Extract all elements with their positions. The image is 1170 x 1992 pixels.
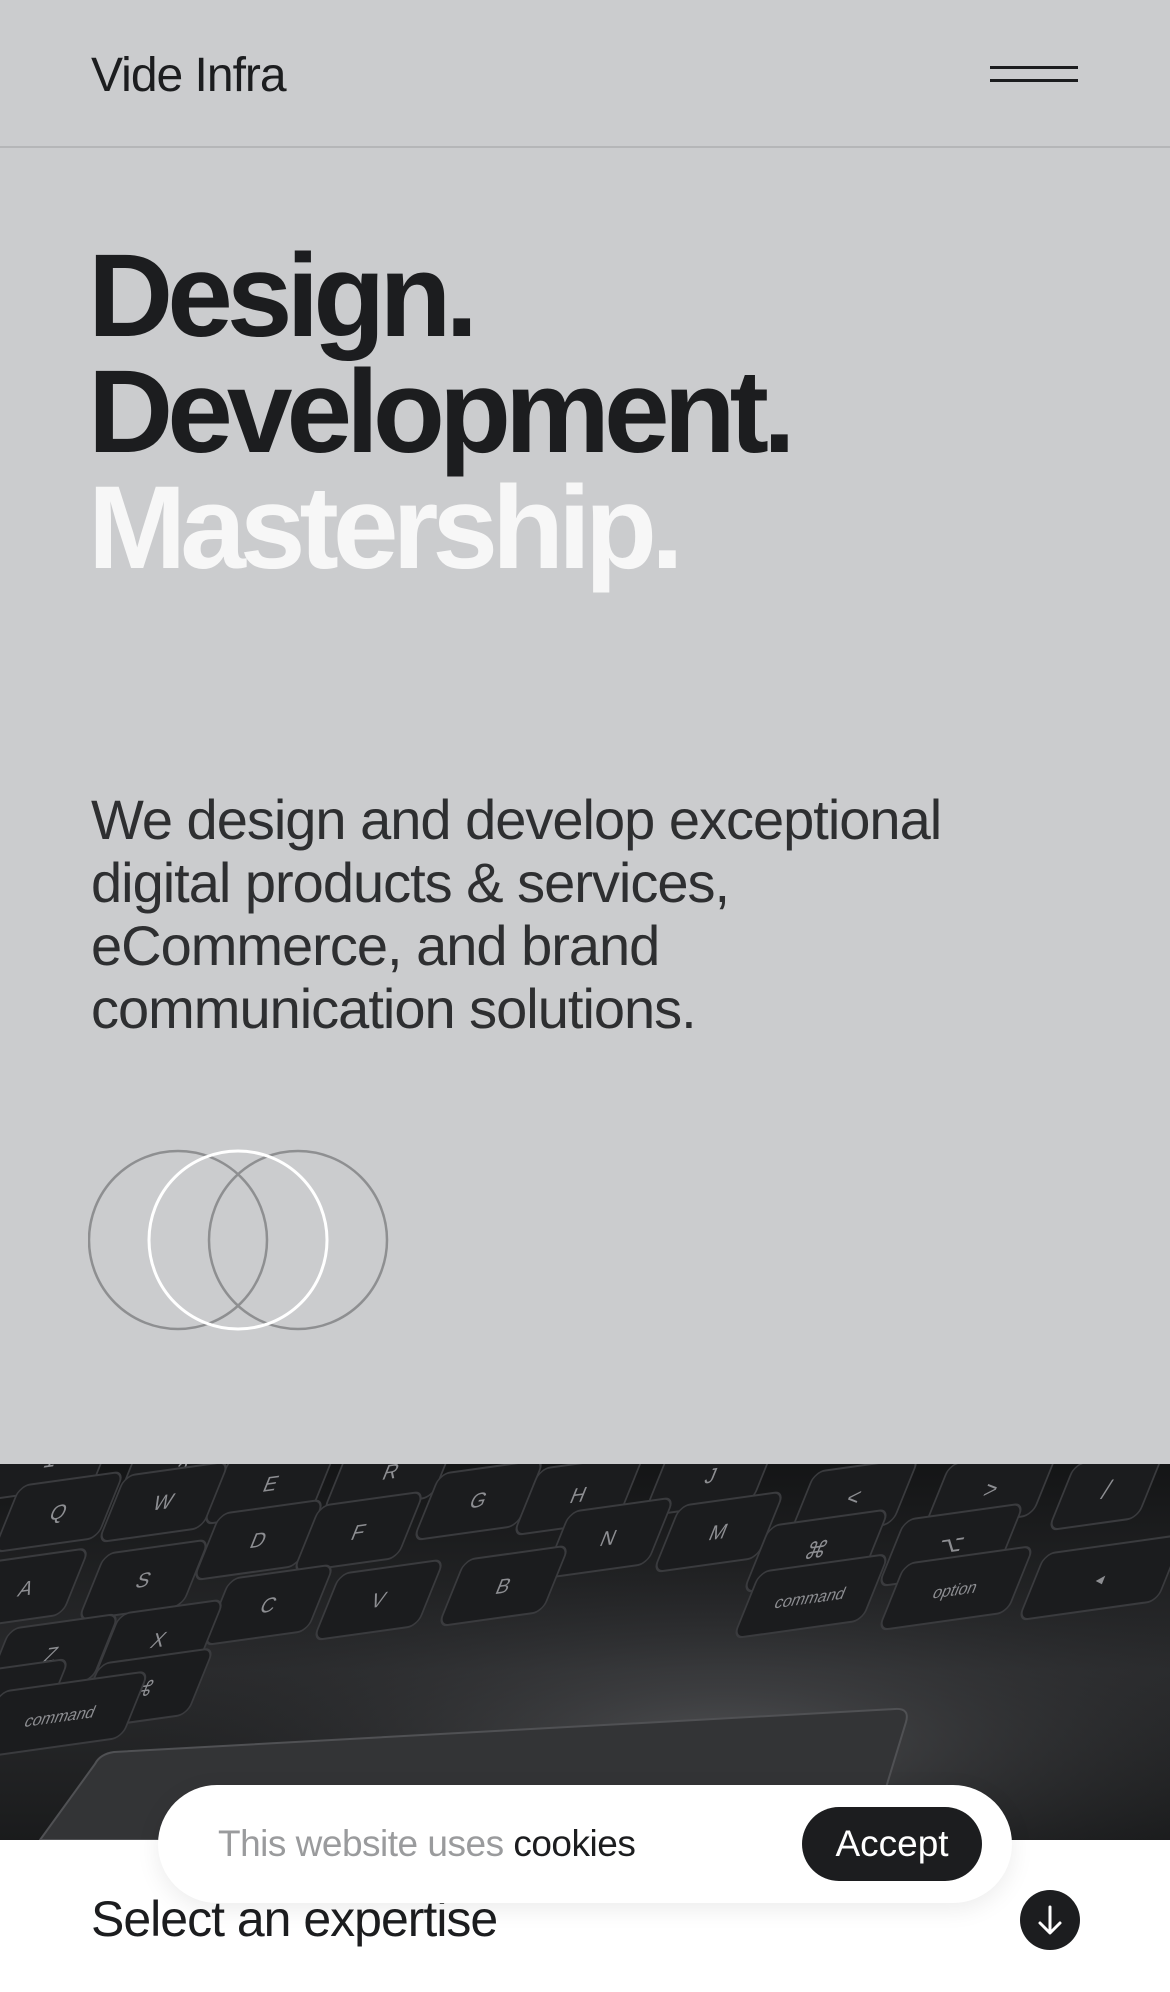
site-header: Vide Infra [0,0,1170,148]
hero-line-mastership: Mastership. [88,462,684,594]
hero-line-design: Design. [88,230,478,362]
cookies-link[interactable]: cookies [513,1823,635,1864]
intro-text: We design and develop exceptional digita… [91,788,942,1040]
hero-line-development: Development. [88,346,796,478]
cookie-banner: This website uses cookies Accept [158,1785,1012,1903]
scroll-down-button[interactable] [1020,1890,1080,1950]
keyboard-illustration: 12ERJ>/QWGH<DFNM⌘⌥ASCVBcommandoption◂ZX⌥… [0,1464,1170,1840]
cookie-message: This website uses cookies [218,1823,636,1865]
arrow-down-icon [1038,1905,1062,1935]
site-logo[interactable]: Vide Infra [91,48,287,103]
menu-icon-line-bottom [990,79,1078,82]
cookie-text: This website uses [218,1823,514,1864]
menu-icon-line-top [990,66,1078,69]
circles-logo-icon [88,1149,389,1331]
hero-section: Vide Infra Design. Development. Mastersh… [0,0,1170,1464]
accept-cookies-button[interactable]: Accept [802,1807,982,1881]
keyboard-image: 12ERJ>/QWGH<DFNM⌘⌥ASCVBcommandoption◂ZX⌥… [0,1464,1170,1840]
menu-button[interactable] [988,60,1082,90]
